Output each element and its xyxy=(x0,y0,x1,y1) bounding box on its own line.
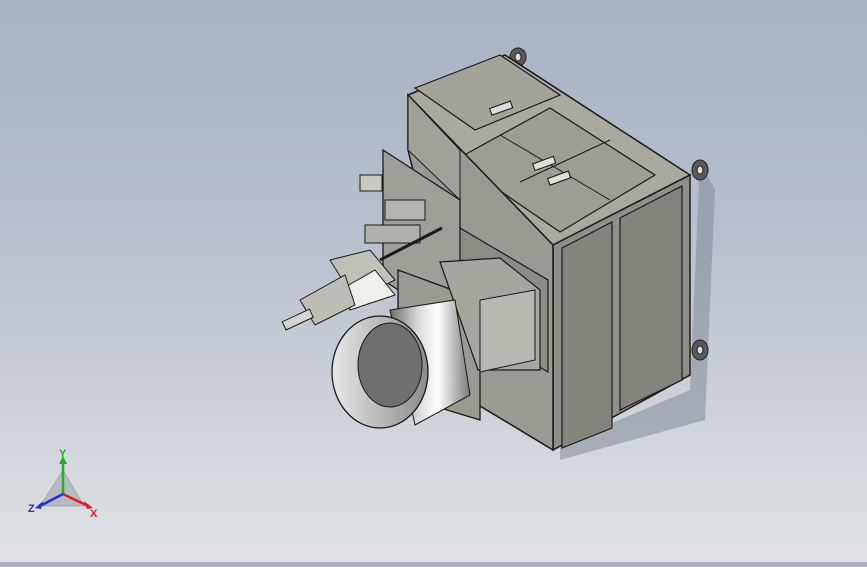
z-axis-label: Z xyxy=(28,503,35,515)
triad-graphic: Y X Z xyxy=(28,448,98,520)
graphics-viewport[interactable] xyxy=(0,0,867,562)
coordinate-triad: Y X Z xyxy=(26,448,106,522)
z-axis-arrow xyxy=(35,501,43,509)
door-right xyxy=(619,185,683,411)
duct-side xyxy=(479,289,536,373)
cad-model[interactable] xyxy=(0,0,867,562)
y-axis-label: Y xyxy=(59,448,67,460)
x-axis-label: X xyxy=(90,508,98,520)
door-left xyxy=(561,221,613,449)
cylinder-opening xyxy=(357,322,423,408)
